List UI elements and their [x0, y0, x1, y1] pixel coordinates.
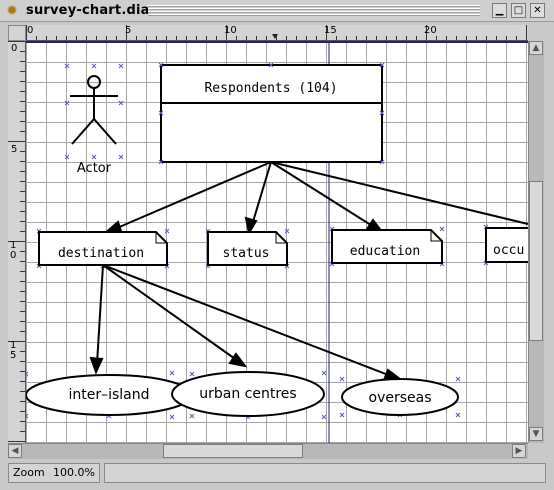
title-bar-stripes: [148, 5, 480, 17]
v-ruler-label-10: 10: [10, 240, 17, 261]
ruler-corner: [8, 25, 26, 41]
scroll-left-button[interactable]: ◀: [8, 444, 22, 458]
horizontal-ruler-ticks: [26, 25, 527, 40]
status-message: [104, 463, 546, 483]
destination-arrows: [89, 264, 403, 382]
title-bar[interactable]: ✹ survey-chart.dia ▁ □ ✕: [0, 0, 554, 22]
v-ruler-label-5: 5: [11, 144, 18, 155]
note-occupation-label: occu: [493, 243, 524, 258]
respondents-class-title: Respondents (104): [204, 81, 337, 96]
maximize-button[interactable]: □: [511, 3, 526, 18]
zoom-value[interactable]: 100.0%: [53, 464, 95, 482]
ellipse-inter-island-label: inter–island: [68, 387, 149, 403]
window-title: survey-chart.dia: [26, 3, 150, 18]
close-icon: ✕: [533, 5, 542, 16]
window-menu-icon[interactable]: ✹: [4, 3, 20, 19]
note-destination-label: destination: [58, 246, 144, 261]
h-ruler-label-20: 20: [424, 25, 437, 36]
v-ruler-label-15: 15: [10, 340, 17, 361]
h-ruler-label-0: 0: [27, 25, 34, 36]
status-bar: Zoom 100.0%: [0, 460, 554, 490]
horizontal-ruler: 0 5 10 15 20: [26, 25, 528, 41]
vertical-scrollbar[interactable]: ▲ ▼: [528, 41, 544, 443]
minimize-button[interactable]: ▁: [492, 3, 507, 18]
h-ruler-label-15: 15: [324, 25, 337, 36]
arrow-right-icon: ▶: [515, 446, 523, 456]
minimize-icon: ▁: [495, 5, 504, 16]
arrow-down-icon: ▼: [532, 429, 540, 439]
note-education-label: education: [350, 244, 420, 259]
close-button[interactable]: ✕: [530, 3, 545, 18]
actor-shape[interactable]: [70, 75, 118, 145]
class-arrows: [100, 161, 528, 236]
maximize-icon: □: [513, 5, 524, 16]
vertical-scroll-thumb[interactable]: [529, 181, 543, 341]
note-status-label: status: [223, 246, 270, 261]
h-ruler-label-10: 10: [224, 25, 237, 36]
zoom-field[interactable]: Zoom 100.0%: [8, 463, 100, 483]
v-ruler-label-0: 0: [11, 43, 18, 54]
respondents-class-box[interactable]: [160, 64, 383, 163]
ellipse-overseas-label: overseas: [369, 390, 432, 406]
actor-label: Actor: [77, 161, 112, 176]
h-ruler-label-5: 5: [125, 25, 132, 36]
arrow-left-icon: ◀: [11, 446, 19, 456]
scroll-down-button[interactable]: ▼: [529, 427, 543, 441]
scroll-right-button[interactable]: ▶: [512, 444, 526, 458]
arrow-up-icon: ▲: [532, 43, 540, 53]
horizontal-scrollbar[interactable]: ◀ ▶: [8, 443, 528, 459]
scroll-up-button[interactable]: ▲: [529, 41, 543, 55]
diagram-canvas[interactable]: Actor Respondents (104) destination stat…: [26, 41, 528, 443]
diagram-editor-window: ✹ survey-chart.dia ▁ □ ✕ 0 5 10 15 20 0 …: [0, 0, 554, 490]
ellipse-urban-centres-label: urban centres: [199, 386, 296, 402]
vertical-ruler: 0 5 10 15: [8, 41, 26, 443]
ruler-position-marker: [272, 34, 278, 39]
zoom-label: Zoom: [13, 466, 45, 479]
horizontal-scroll-thumb[interactable]: [163, 444, 303, 458]
